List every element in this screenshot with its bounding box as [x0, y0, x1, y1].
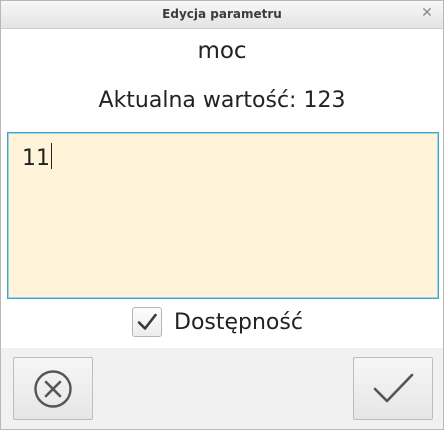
edit-parameter-dialog: Edycja parametru ✕ moc Aktualna wartość:…	[0, 0, 444, 430]
cancel-circle-x-icon	[34, 369, 72, 408]
current-value: 123	[303, 88, 346, 113]
window-title: Edycja parametru	[162, 7, 282, 21]
availability-label: Dostępność	[174, 309, 303, 335]
confirm-button[interactable]	[353, 357, 433, 420]
availability-checkbox-row: Dostępność	[132, 307, 303, 337]
button-bar	[1, 348, 443, 429]
availability-checkbox[interactable]	[132, 307, 162, 337]
value-textarea[interactable]: 11	[7, 132, 439, 299]
parameter-name: moc	[197, 38, 247, 64]
value-text-container: 11	[22, 143, 52, 171]
value-text: 11	[22, 146, 50, 171]
current-value-row: Aktualna wartość: 123	[1, 88, 443, 113]
current-value-label: Aktualna wartość:	[98, 88, 297, 113]
titlebar: Edycja parametru ✕	[1, 1, 443, 29]
checkmark-icon	[373, 373, 414, 402]
cancel-button[interactable]	[13, 357, 93, 420]
close-icon[interactable]: ✕	[419, 5, 435, 21]
checkmark-icon	[137, 313, 157, 330]
text-caret	[51, 143, 52, 169]
